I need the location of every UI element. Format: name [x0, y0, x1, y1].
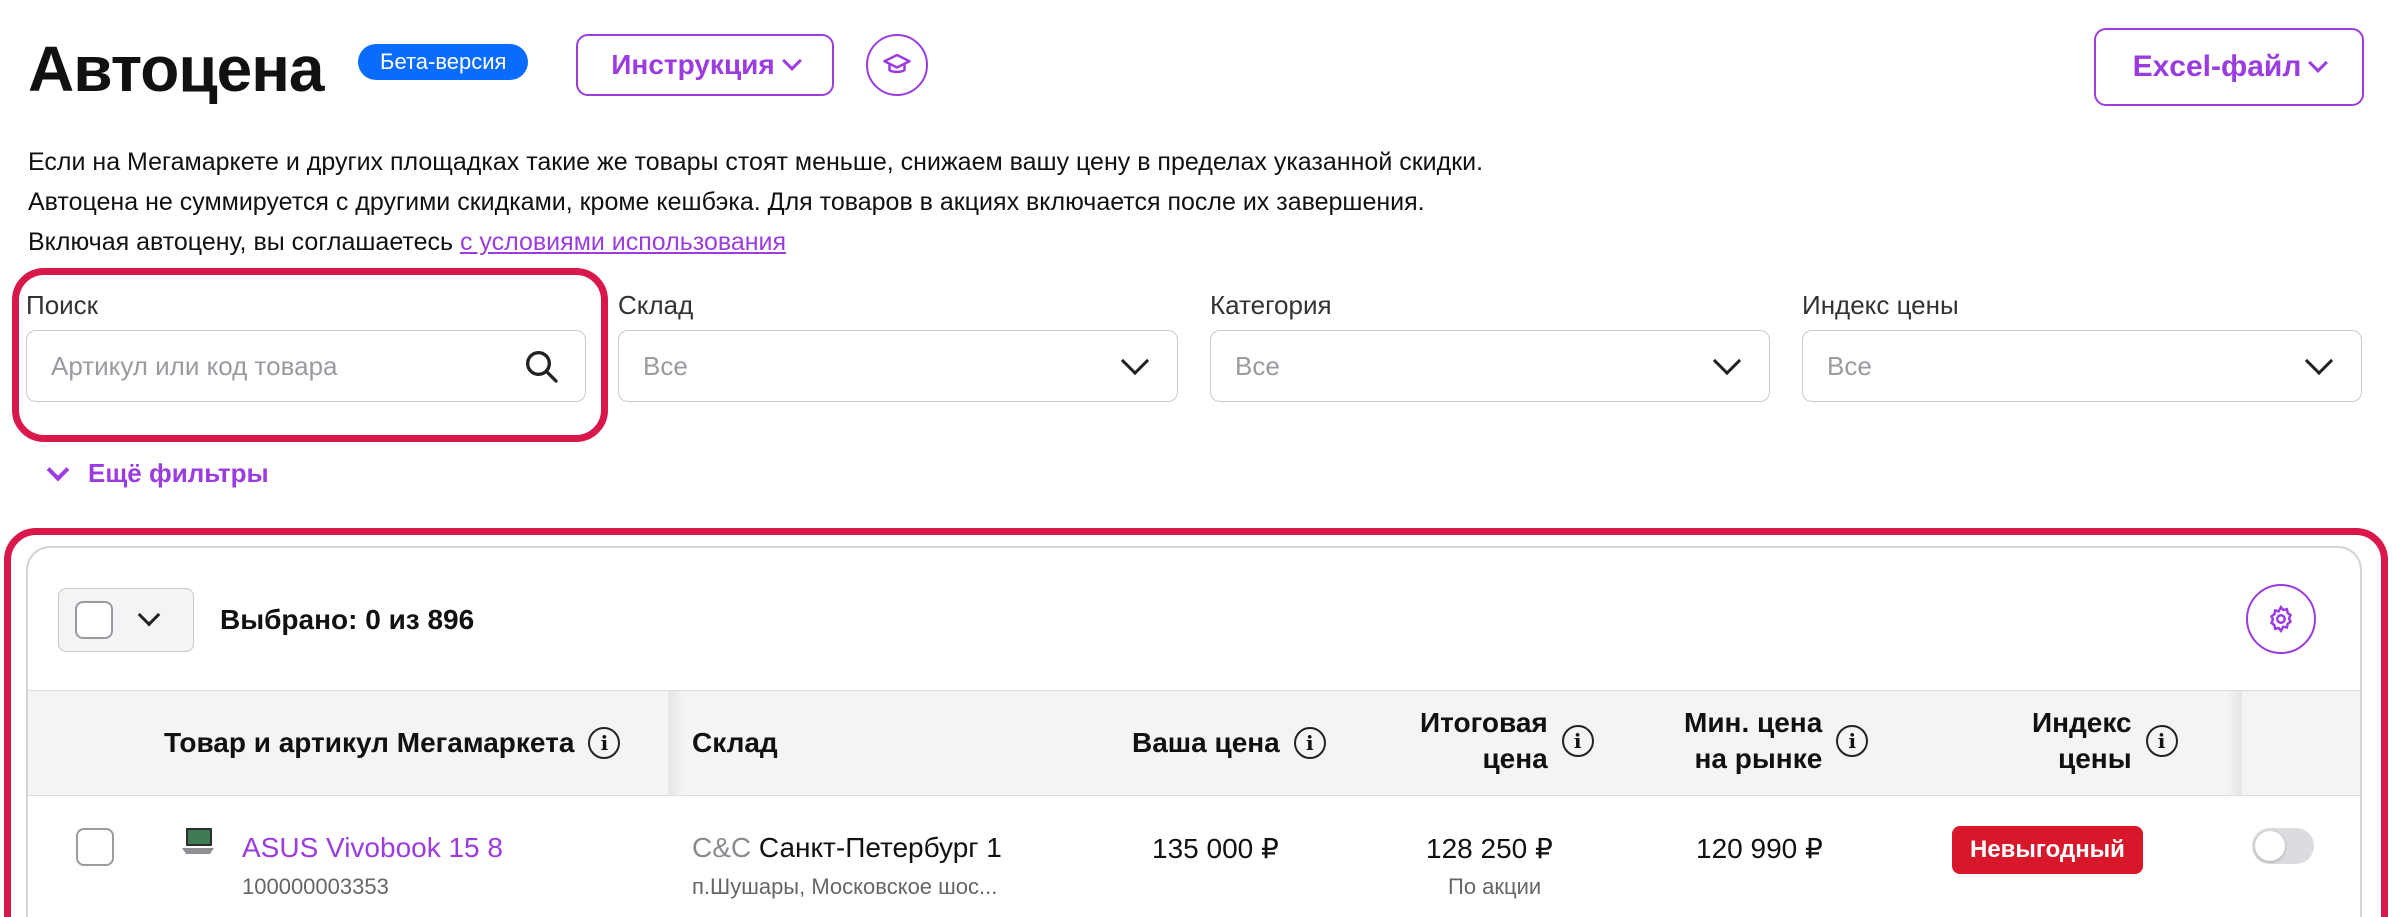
column-warehouse-label: Склад [692, 727, 778, 758]
column-price-index-label-line: цены [2058, 743, 2132, 774]
warehouse-city: Санкт-Петербург 1 [751, 832, 1002, 863]
description-line: Включая автоцену, вы соглашаетесь с усло… [28, 222, 1483, 262]
price-index-filter-label: Индекс цены [1802, 290, 1959, 320]
column-divider [668, 691, 684, 795]
description-line: Если на Мегамаркете и других площадках т… [28, 148, 1484, 176]
column-final-price[interactable]: Итоговая цена i [1420, 705, 1594, 777]
page-title: Автоцена [28, 33, 324, 105]
column-min-market-price[interactable]: Мин. цена на рынке i [1684, 705, 1869, 777]
description: Если на Мегамаркете и других площадках т… [28, 142, 1483, 262]
info-icon[interactable]: i [1561, 725, 1594, 757]
chevron-down-icon [2304, 346, 2334, 376]
search-label: Поиск [26, 290, 99, 320]
chevron-down-icon [1712, 346, 1742, 376]
warehouse-select[interactable]: Все [618, 330, 1178, 402]
table-settings-button[interactable] [2246, 584, 2316, 654]
instructions-label: Инструкция [611, 49, 775, 80]
table-row: ASUS Vivobook 15 8 100000003353 C&C Санк… [28, 798, 2360, 917]
terms-link[interactable]: с условиями использования [460, 228, 786, 256]
warehouse-name: C&C Санкт-Петербург 1 [692, 832, 1002, 864]
info-icon[interactable]: i [1293, 727, 1326, 759]
column-final-price-label-line: Итоговая [1420, 707, 1548, 738]
column-price-index[interactable]: Индекс цены i [2032, 705, 2178, 777]
chevron-down-icon [1120, 346, 1150, 376]
instructions-button[interactable]: Инструкция [576, 34, 834, 96]
warehouse-type: C&C [692, 832, 752, 863]
graduation-cap-icon [883, 53, 911, 74]
price-index-select[interactable]: Все [1802, 330, 2362, 402]
column-final-price-label: Итоговая цена [1420, 705, 1548, 777]
category-select-value: Все [1235, 350, 1280, 381]
page-header: Автоцена Бета-версия Инструкция Excel-фа… [28, 28, 2364, 108]
search-icon[interactable] [521, 346, 561, 386]
selected-count: Выбрано: 0 из 896 [220, 604, 475, 635]
warehouse-filter-label: Склад [618, 290, 694, 320]
product-name-link[interactable]: ASUS Vivobook 15 8 [242, 832, 503, 864]
column-price-index-label: Индекс цены [2032, 705, 2132, 777]
column-warehouse[interactable]: Склад [692, 725, 778, 761]
more-filters-toggle[interactable]: Ещё фильтры [46, 458, 269, 489]
your-price[interactable]: 135 000 ₽ [1152, 832, 1279, 865]
products-table-panel: Выбрано: 0 из 896 Товар и артикул Мегама… [26, 546, 2362, 917]
toggle-knob [2255, 831, 2285, 861]
select-all-checkbox[interactable] [75, 601, 113, 639]
row-checkbox[interactable] [76, 828, 114, 866]
info-icon[interactable]: i [1836, 725, 1869, 757]
column-your-price-label: Ваша цена [1132, 727, 1280, 758]
column-final-price-label-line: цена [1482, 743, 1548, 774]
category-select[interactable]: Все [1210, 330, 1770, 402]
warehouse-select-value: Все [643, 350, 688, 381]
column-min-price-label-line: на рынке [1694, 743, 1823, 774]
chevron-down-icon [781, 51, 802, 71]
chevron-down-icon [137, 603, 161, 627]
description-line: Автоцена не суммируется с другими скидка… [28, 188, 1425, 216]
chevron-down-icon [2308, 53, 2329, 73]
column-product-label: Товар и артикул Мегамаркета [164, 727, 575, 758]
price-index-badge: Невыгодный [1952, 826, 2143, 874]
gear-icon [2269, 604, 2293, 634]
search-placeholder: Артикул или код товара [51, 350, 338, 381]
education-button[interactable] [866, 34, 928, 96]
final-price-note: По акции [1448, 874, 1542, 899]
autoprice-toggle[interactable] [2252, 828, 2314, 864]
more-filters-label: Ещё фильтры [88, 458, 269, 488]
warehouse-address: п.Шушары, Московское шос... [692, 874, 998, 899]
column-price-index-label-line: Индекс [2032, 707, 2132, 738]
min-market-price: 120 990 ₽ [1696, 833, 1823, 864]
excel-file-button[interactable]: Excel-файл [2094, 28, 2364, 106]
product-code: 100000003353 [242, 874, 389, 899]
info-icon[interactable]: i [2145, 725, 2178, 757]
column-product[interactable]: Товар и артикул Мегамаркета i [164, 725, 621, 761]
final-price: 128 250 ₽ [1426, 833, 1553, 864]
chevron-down-icon [46, 458, 70, 481]
laptop-thumbnail[interactable] [178, 826, 218, 858]
bulk-select-dropdown[interactable] [58, 588, 194, 652]
price-index-select-value: Все [1827, 350, 1872, 381]
search-input[interactable]: Артикул или код товара [26, 330, 586, 402]
description-text: Включая автоцену, вы соглашаетесь [28, 228, 460, 256]
beta-badge: Бета-версия [358, 44, 529, 80]
column-your-price[interactable]: Ваша цена i [1132, 725, 1326, 761]
info-icon[interactable]: i [588, 727, 621, 759]
excel-file-label: Excel-файл [2132, 50, 2302, 83]
column-min-price-label-line: Мин. цена [1684, 707, 1823, 738]
table-header: Товар и артикул Мегамаркета i Склад Ваша… [28, 690, 2360, 796]
column-divider [2226, 691, 2242, 795]
category-filter-label: Категория [1210, 290, 1332, 320]
column-min-price-label: Мин. цена на рынке [1684, 705, 1822, 777]
